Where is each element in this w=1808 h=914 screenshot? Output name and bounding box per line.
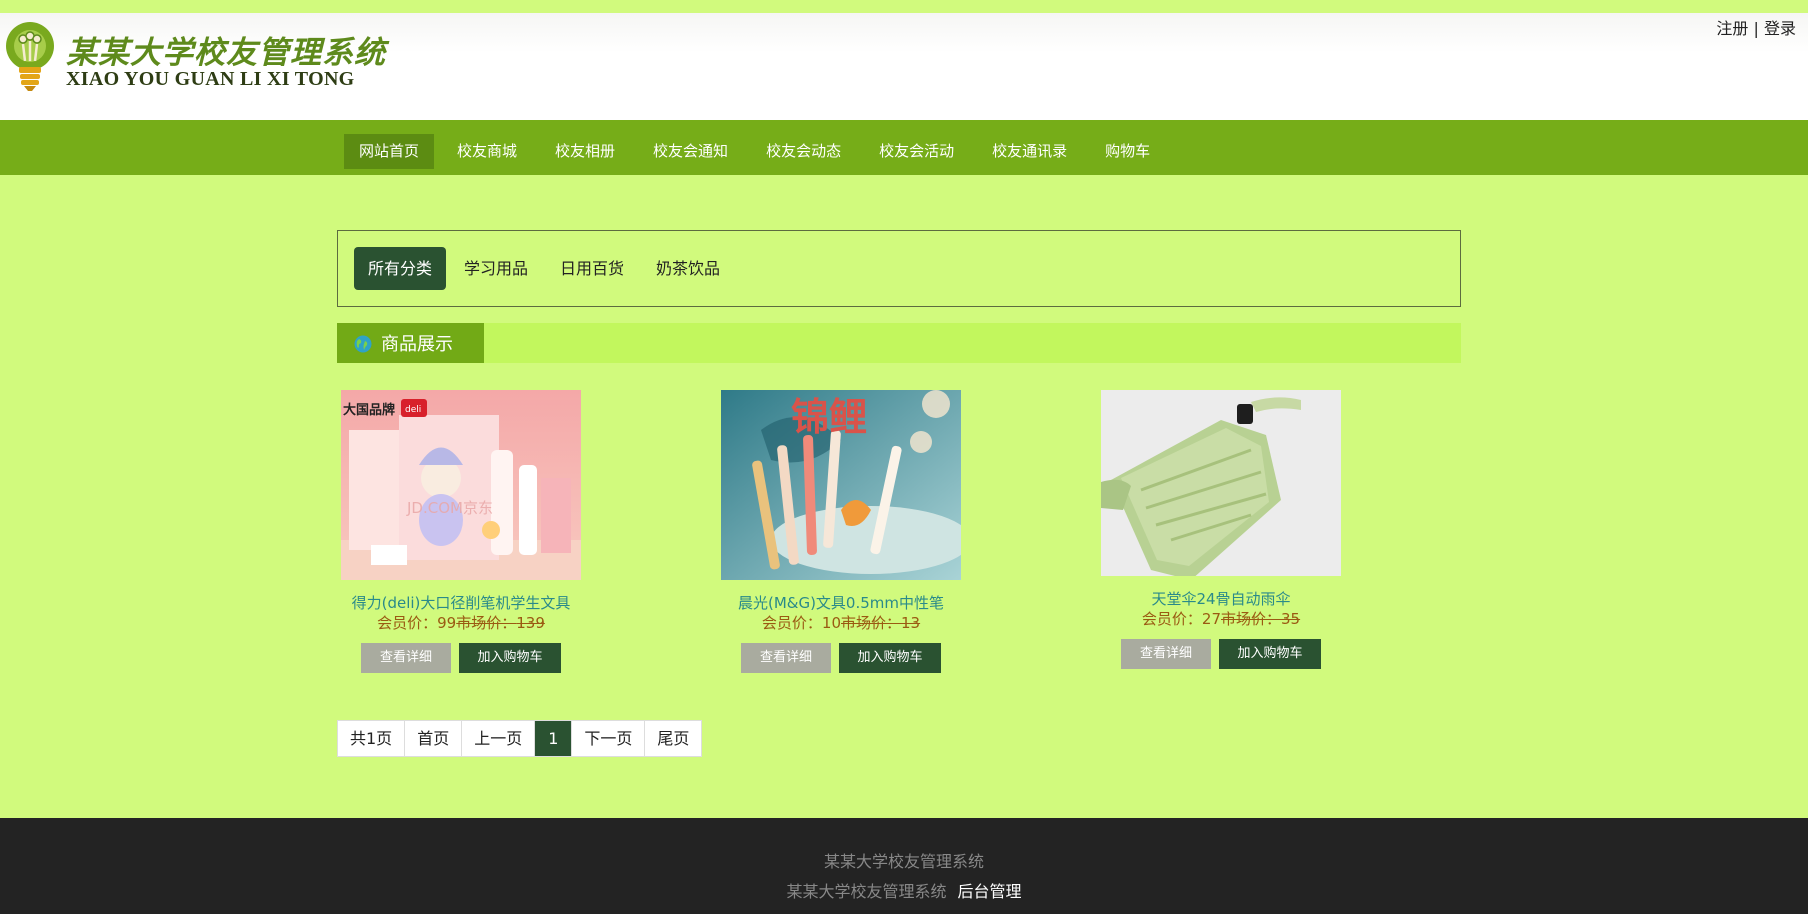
pagination-total: 共1页 bbox=[338, 721, 406, 756]
nav-item-directory[interactable]: 校友通讯录 bbox=[977, 134, 1082, 169]
product-image-umbrella[interactable] bbox=[1101, 390, 1341, 576]
lightbulb-logo-icon bbox=[6, 22, 54, 91]
globe-icon bbox=[354, 335, 372, 353]
product-image-sharpener[interactable]: 大国品牌 deli JD.COM京东 bbox=[341, 390, 581, 580]
product-name[interactable]: 天堂伞24骨自动雨伞 bbox=[1091, 588, 1351, 609]
pagination-first[interactable]: 首页 bbox=[405, 721, 463, 756]
category-study-supplies[interactable]: 学习用品 bbox=[450, 247, 542, 290]
site-footer: 某某大学校友管理系统 某某大学校友管理系统 后台管理 bbox=[0, 818, 1808, 914]
auth-links: 注册 | 登录 bbox=[1716, 15, 1796, 39]
product-name[interactable]: 得力(deli)大口径削笔机学生文具 bbox=[331, 592, 591, 613]
product-image-pens[interactable]: 锦鲤 bbox=[721, 390, 961, 580]
market-price: 139 bbox=[516, 614, 545, 632]
section-header: 商品展示 bbox=[337, 323, 1461, 363]
product-price: 会员价：27市场价：35 bbox=[1091, 609, 1351, 629]
logo-english-title: XIAO YOU GUAN LI XI TONG bbox=[66, 68, 355, 90]
nav-item-news[interactable]: 校友会动态 bbox=[751, 134, 856, 169]
view-detail-button[interactable]: 查看详细 bbox=[741, 643, 831, 673]
member-price: 99 bbox=[437, 614, 457, 632]
category-milk-tea[interactable]: 奶茶饮品 bbox=[642, 247, 734, 290]
footer-copyright: 某某大学校友管理系统 bbox=[786, 882, 947, 901]
auth-separator: | bbox=[1753, 19, 1759, 38]
site-logo[interactable]: 某某大学校友管理系统 XIAO YOU GUAN LI XI TONG bbox=[4, 17, 386, 99]
logo-chinese-title: 某某大学校友管理系统 bbox=[66, 35, 386, 71]
product-price: 会员价：10市场价：13 bbox=[711, 613, 971, 633]
product-card: 锦鲤 晨光(M&G)文具0.5mm中性笔 会员价：10市场价：13 查看详细 加… bbox=[711, 390, 971, 673]
nav-item-shop[interactable]: 校友商城 bbox=[442, 134, 532, 169]
pagination-current-page[interactable]: 1 bbox=[535, 721, 573, 756]
member-price-label: 会员价： bbox=[761, 614, 822, 632]
image-brand-left: 大国品牌 bbox=[343, 402, 395, 418]
member-price-label: 会员价： bbox=[377, 614, 438, 632]
member-price-label: 会员价： bbox=[1141, 610, 1202, 628]
image-watermark: JD.COM京东 bbox=[406, 499, 493, 517]
section-title-tab: 商品展示 bbox=[337, 323, 484, 363]
login-link[interactable]: 登录 bbox=[1764, 19, 1796, 38]
pens-product-image: 锦鲤 bbox=[721, 390, 961, 580]
pagination-last[interactable]: 尾页 bbox=[645, 721, 701, 756]
pagination-prev[interactable]: 上一页 bbox=[462, 721, 536, 756]
market-price-label: 市场价： bbox=[456, 614, 517, 632]
pagination: 共1页 首页 上一页 1 下一页 尾页 bbox=[337, 720, 703, 757]
view-detail-button[interactable]: 查看详细 bbox=[361, 643, 451, 673]
site-header: 某某大学校友管理系统 XIAO YOU GUAN LI XI TONG 注册 |… bbox=[0, 13, 1808, 120]
market-price-label: 市场价： bbox=[841, 614, 902, 632]
view-detail-button[interactable]: 查看详细 bbox=[1121, 639, 1211, 669]
nav-item-home[interactable]: 网站首页 bbox=[344, 134, 435, 169]
product-card: 天堂伞24骨自动雨伞 会员价：27市场价：35 查看详细 加入购物车 bbox=[1091, 390, 1351, 669]
image-poster-title: 锦鲤 bbox=[791, 394, 867, 439]
top-strip bbox=[0, 0, 1808, 13]
add-to-cart-button[interactable]: 加入购物车 bbox=[839, 643, 941, 673]
product-price: 会员价：99市场价：139 bbox=[331, 613, 591, 633]
nav-item-album[interactable]: 校友相册 bbox=[540, 134, 630, 169]
member-price: 10 bbox=[821, 614, 841, 632]
add-to-cart-button[interactable]: 加入购物车 bbox=[459, 643, 561, 673]
add-to-cart-button[interactable]: 加入购物车 bbox=[1219, 639, 1321, 669]
market-price: 35 bbox=[1281, 610, 1301, 628]
member-price: 27 bbox=[1201, 610, 1221, 628]
sharpener-product-image: 大国品牌 deli JD.COM京东 bbox=[341, 390, 581, 580]
nav-item-activities[interactable]: 校友会活动 bbox=[864, 134, 969, 169]
category-daily-goods[interactable]: 日用百货 bbox=[546, 247, 638, 290]
market-price-label: 市场价： bbox=[1221, 610, 1282, 628]
register-link[interactable]: 注册 bbox=[1716, 19, 1748, 38]
category-all[interactable]: 所有分类 bbox=[354, 247, 447, 290]
nav-item-cart[interactable]: 购物车 bbox=[1090, 134, 1165, 169]
footer-line: 某某大学校友管理系统 后台管理 bbox=[0, 878, 1808, 902]
market-price: 13 bbox=[901, 614, 921, 632]
product-card: 大国品牌 deli JD.COM京东 得力(deli)大口径削笔机学生文具 会员… bbox=[331, 390, 591, 673]
pagination-next[interactable]: 下一页 bbox=[572, 721, 646, 756]
admin-link[interactable]: 后台管理 bbox=[958, 882, 1022, 901]
umbrella-product-image bbox=[1101, 390, 1341, 576]
product-name[interactable]: 晨光(M&G)文具0.5mm中性笔 bbox=[711, 592, 971, 613]
footer-title: 某某大学校友管理系统 bbox=[823, 852, 984, 871]
nav-item-notices[interactable]: 校友会通知 bbox=[638, 134, 743, 169]
image-brand-right: deli bbox=[405, 405, 421, 415]
section-title: 商品展示 bbox=[381, 334, 453, 355]
main-nav: 网站首页 校友商城 校友相册 校友会通知 校友会动态 校友会活动 校友通讯录 购… bbox=[0, 120, 1808, 175]
category-filter: 所有分类 学习用品 日用百货 奶茶饮品 bbox=[337, 230, 1461, 307]
